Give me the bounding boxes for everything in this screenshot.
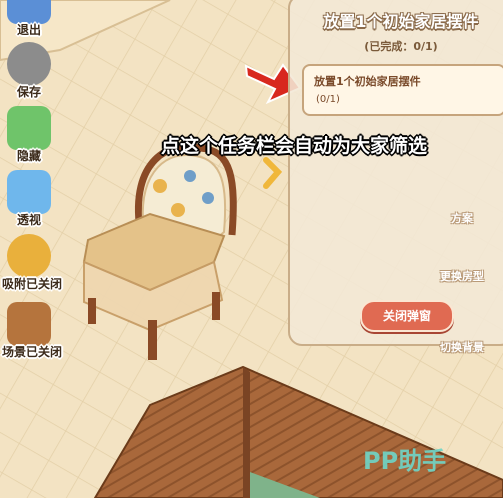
task-item[interactable]: 放置1个初始家居摆件 (0/1)	[302, 64, 503, 116]
hide-icon	[7, 106, 51, 150]
save-button[interactable]: 保存	[2, 42, 56, 100]
exit-label: 退出	[16, 23, 41, 37]
save-label: 保存	[16, 85, 41, 99]
panel-progress: (已完成：0/1)	[364, 40, 438, 53]
snap-label: 吸附已关闭	[2, 277, 63, 291]
task-progress: (0/1)	[316, 94, 340, 105]
scene-button[interactable]: 场景已关闭	[2, 302, 63, 360]
task-name: 放置1个初始家居摆件	[314, 75, 421, 88]
save-icon	[7, 42, 51, 86]
flower-pattern	[171, 203, 185, 217]
wooden-ledge	[243, 367, 250, 498]
flower-pattern	[202, 192, 214, 204]
scheme-button[interactable]: 方案	[436, 210, 488, 226]
caption-text: 点这个任务栏会自动为大家筛选	[161, 135, 428, 157]
flower-pattern	[184, 170, 196, 182]
panel-title: 放置1个初始家居摆件	[323, 12, 479, 31]
snap-button[interactable]: 吸附已关闭	[2, 234, 63, 292]
scene-label: 场景已关闭	[2, 345, 63, 359]
perspective-label: 透视	[16, 213, 41, 227]
chair-leg	[212, 292, 220, 320]
change-background-button[interactable]: 切换背景	[436, 339, 488, 355]
hide-label: 隐藏	[16, 149, 41, 163]
cube-icon	[7, 170, 51, 214]
hide-button[interactable]: 隐藏	[2, 106, 56, 164]
flower-pattern	[153, 179, 167, 193]
close-popup-button[interactable]: 关闭弹窗	[360, 300, 454, 332]
scene-icon	[7, 302, 51, 346]
perspective-button[interactable]: 透视	[2, 170, 56, 228]
exit-button[interactable]: 退出	[2, 0, 56, 38]
watermark: PP助手	[363, 447, 447, 475]
change-room-button[interactable]: 更换房型	[436, 268, 488, 284]
chair-leg	[88, 298, 96, 324]
task-panel: 放置1个初始家居摆件 (已完成：0/1) 放置1个初始家居摆件 (0/1) 方案…	[288, 0, 503, 354]
magnet-icon	[7, 234, 51, 278]
chair-leg	[148, 320, 157, 360]
